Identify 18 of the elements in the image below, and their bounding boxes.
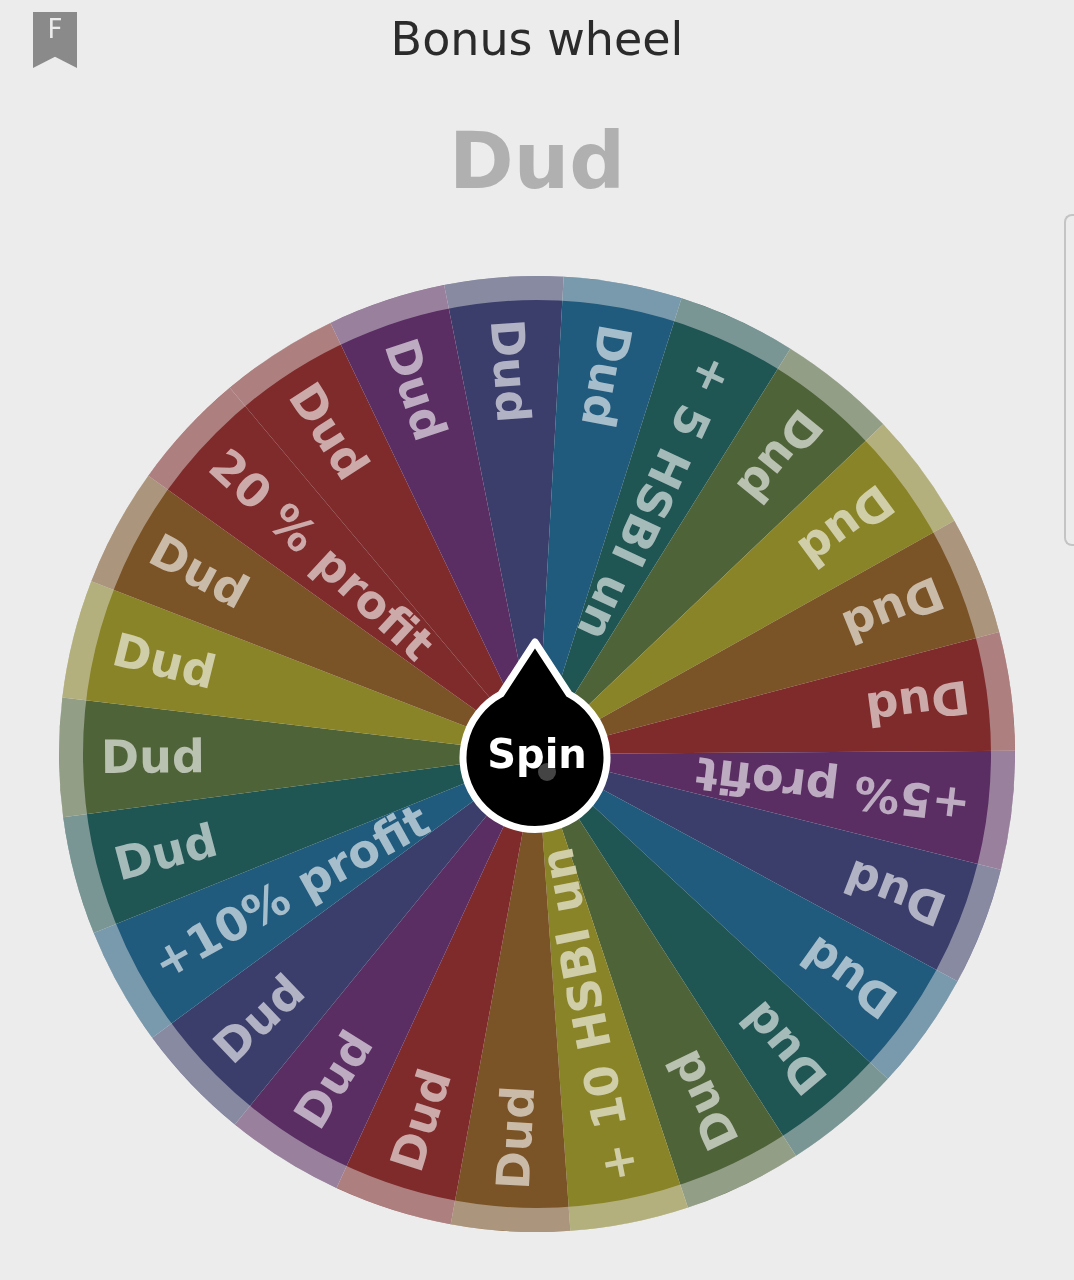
side-panel-edge[interactable]	[1064, 214, 1074, 546]
spin-button[interactable]: Spin	[459, 638, 611, 833]
segment-label: Dud	[570, 320, 643, 433]
segment-label: Dud	[140, 522, 258, 620]
segment-label: Dud	[379, 1062, 463, 1178]
segment-label: Dud	[834, 565, 952, 655]
segment-label: Dud	[108, 812, 223, 892]
segment-label: Dud	[107, 622, 222, 700]
segment-label: Dud	[373, 331, 458, 448]
segment-label: Dud	[836, 848, 954, 937]
segment-label: Dud	[100, 729, 206, 785]
segment-label: Dud	[485, 1084, 546, 1191]
segment-label: Dud	[479, 317, 541, 425]
segment-label: +5% profit	[692, 746, 974, 833]
result-text: Dud	[447, 116, 627, 206]
segment-label: Dud	[862, 669, 973, 737]
page-title: Bonus wheel	[390, 12, 684, 66]
segment-label: Dud	[656, 1041, 750, 1159]
